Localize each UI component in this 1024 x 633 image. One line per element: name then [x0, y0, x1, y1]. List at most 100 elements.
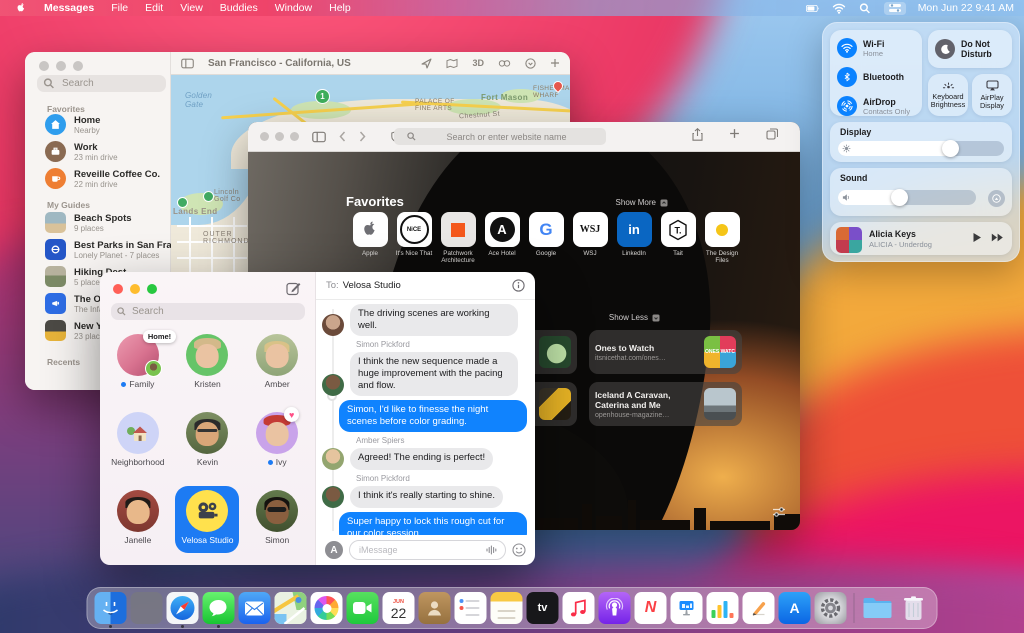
menu-window[interactable]: Window — [275, 2, 312, 14]
dock-maps-icon[interactable] — [275, 592, 307, 624]
favorite-tile-ace-hotel[interactable]: A Ace Hotel — [482, 212, 522, 264]
maps-window-controls[interactable] — [39, 61, 83, 71]
maps-guide-best-parks[interactable]: Best Parks in San Fra…Lonely Planet - 7 … — [45, 239, 181, 260]
favorite-tile-google[interactable]: G Google — [526, 212, 566, 264]
contact-kevin[interactable]: Kevin — [173, 408, 243, 479]
back-icon[interactable] — [339, 131, 346, 142]
dock-messages-icon[interactable] — [203, 592, 235, 624]
bluetooth-toggle[interactable]: Bluetooth — [830, 67, 922, 87]
address-bar[interactable] — [394, 128, 606, 145]
compose-icon[interactable] — [286, 281, 301, 296]
airplay-display-card[interactable]: AirPlay Display — [972, 74, 1012, 116]
dock-reminders-icon[interactable] — [455, 592, 487, 624]
dock-music-icon[interactable] — [563, 592, 595, 624]
contact-janelle[interactable]: Janelle — [103, 486, 173, 557]
info-icon[interactable] — [512, 279, 525, 292]
dock-appstore-icon[interactable]: A — [779, 592, 811, 624]
maps-search-field[interactable] — [60, 77, 161, 90]
iceland-card[interactable]: Iceland A Caravan, Caterina and Me openh… — [589, 382, 742, 426]
dnd-card[interactable]: Do Not Disturb — [928, 30, 1012, 68]
share-icon[interactable] — [692, 128, 703, 141]
zoom-in-icon[interactable] — [550, 58, 560, 68]
menu-view[interactable]: View — [180, 2, 203, 14]
forward-icon[interactable] — [359, 131, 366, 142]
menu-help[interactable]: Help — [329, 2, 351, 14]
menu-edit[interactable]: Edit — [145, 2, 163, 14]
dock-launchpad-icon[interactable] — [131, 592, 163, 624]
spotlight-icon[interactable] — [858, 3, 872, 14]
tab-overview-icon[interactable] — [766, 128, 778, 140]
dock-mail-icon[interactable] — [239, 592, 271, 624]
ones-to-watch-card[interactable]: Ones to Watch itsnicethat.com/ones… ONES… — [589, 330, 742, 374]
contact-family[interactable]: Home! Family — [103, 330, 173, 401]
menu-app-name[interactable]: Messages — [44, 2, 94, 14]
display-slider-thumb[interactable] — [942, 140, 959, 157]
sidebar-toggle-icon[interactable] — [312, 131, 326, 143]
show-more-button[interactable]: Show More — [616, 198, 668, 207]
sound-slider[interactable] — [838, 190, 976, 205]
favorite-tile-tait[interactable]: T. Tait — [658, 212, 698, 264]
dock-contacts-icon[interactable] — [419, 592, 451, 624]
dock-tv-icon[interactable]: tv — [527, 592, 559, 624]
dock-notes-icon[interactable] — [491, 592, 523, 624]
dock-photos-icon[interactable] — [311, 592, 343, 624]
maps-favorite-home[interactable]: HomeNearby — [45, 114, 100, 135]
menu-buddies[interactable]: Buddies — [220, 2, 258, 14]
dock-trash-icon[interactable] — [898, 592, 930, 624]
dock-facetime-icon[interactable] — [347, 592, 379, 624]
sidebar-toggle-icon[interactable] — [181, 58, 194, 69]
contact-neighborhood[interactable]: Neighborhood — [103, 408, 173, 479]
battery-icon[interactable] — [806, 3, 820, 14]
new-tab-icon[interactable] — [729, 128, 740, 139]
favorite-tile-wsj[interactable]: WSJ WSJ — [570, 212, 610, 264]
menu-clock[interactable]: Mon Jun 22 9:41 AM — [918, 2, 1014, 14]
maps-favorite-coffee[interactable]: Reveille Coffee Co.22 min drive — [45, 168, 160, 189]
sound-output-button[interactable] — [988, 190, 1005, 207]
maps-favorite-work[interactable]: Work23 min drive — [45, 141, 118, 162]
apple-menu-icon[interactable] — [16, 2, 27, 14]
maps-3d-button[interactable]: 3D — [472, 58, 484, 68]
next-track-icon[interactable] — [991, 232, 1004, 243]
keyboard-brightness-card[interactable]: Keyboard Brightness — [928, 74, 968, 116]
location-arrow-icon[interactable] — [421, 58, 432, 69]
dock-downloads-folder-icon[interactable] — [862, 592, 894, 624]
emoji-icon[interactable] — [512, 543, 526, 557]
sound-slider-thumb[interactable] — [891, 189, 908, 206]
favorite-tile-its-nice-that[interactable]: NiCE It's Nice That — [394, 212, 434, 264]
contact-amber[interactable]: Amber — [242, 330, 312, 401]
airdrop-toggle[interactable]: AirDropContacts Only — [830, 96, 922, 116]
menu-file[interactable]: File — [111, 2, 128, 14]
message-thread[interactable]: The driving scenes are working well. Sim… — [316, 299, 535, 535]
customize-start-page-icon[interactable] — [772, 506, 786, 518]
favorite-tile-apple[interactable]: Apple — [350, 212, 390, 264]
maps-guide-beach-spots[interactable]: Beach Spots9 places — [45, 212, 132, 233]
wifi-toggle[interactable]: Wi-FiHome — [830, 38, 922, 58]
dock-podcasts-icon[interactable] — [599, 592, 631, 624]
play-icon[interactable] — [972, 232, 982, 243]
contact-kristen[interactable]: Kristen — [173, 330, 243, 401]
dock-numbers-icon[interactable] — [707, 592, 739, 624]
dock-pages-icon[interactable] — [743, 592, 775, 624]
display-slider[interactable] — [838, 141, 1004, 156]
messages-search-field[interactable] — [130, 305, 299, 318]
url-input[interactable] — [420, 131, 594, 143]
control-center-icon[interactable] — [884, 2, 906, 15]
dock-keynote-icon[interactable] — [671, 592, 703, 624]
dock-calendar-icon[interactable]: JUN 22 — [383, 592, 415, 624]
wifi-icon[interactable] — [832, 3, 846, 14]
dock-news-icon[interactable]: N — [635, 592, 667, 624]
show-less-button[interactable]: Show Less — [609, 313, 660, 322]
imessage-field[interactable] — [349, 540, 506, 560]
compass-menu-icon[interactable] — [525, 58, 536, 69]
contact-ivy[interactable]: ♥ Ivy — [242, 408, 312, 479]
map-mode-icon[interactable] — [446, 58, 458, 69]
maps-search-input[interactable] — [37, 75, 166, 92]
look-around-icon[interactable] — [498, 58, 511, 68]
imessage-input[interactable] — [357, 544, 482, 556]
messages-window-controls[interactable] — [113, 284, 157, 294]
favorite-tile-patchwork[interactable]: Patchwork Architecture — [438, 212, 478, 264]
contact-velosa-studio-selected[interactable]: Velosa Studio — [173, 486, 243, 557]
messages-search[interactable] — [111, 303, 305, 320]
audio-message-icon[interactable] — [486, 545, 498, 555]
dock-safari-icon[interactable] — [167, 592, 199, 624]
